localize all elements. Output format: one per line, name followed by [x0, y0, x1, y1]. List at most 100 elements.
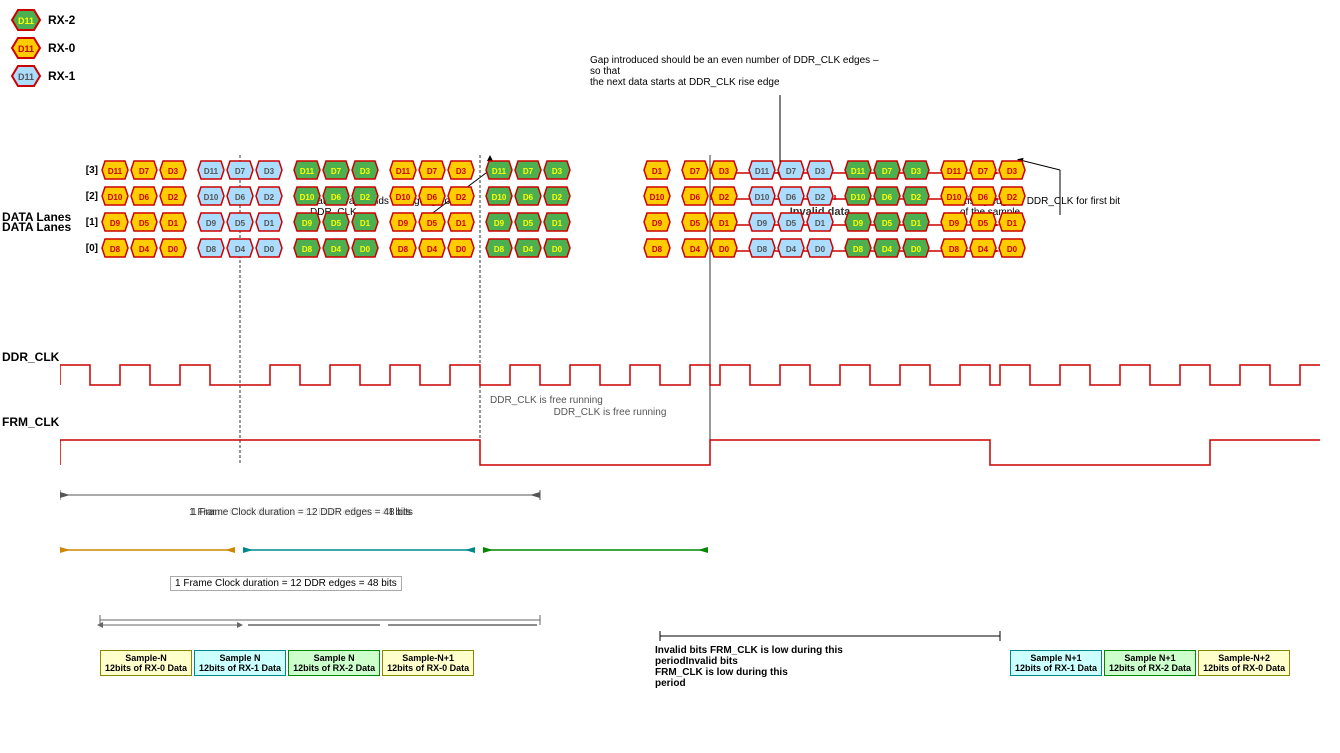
svg-text:1 Frame Clock duration = 12 DD: 1 Frame Clock duration = 12 DDR edges = …: [191, 507, 413, 518]
svg-text:D3: D3: [456, 167, 467, 176]
svg-text:D4: D4: [139, 245, 150, 254]
svg-text:D9: D9: [110, 219, 121, 228]
invalid-bits-label: Invalid bits FRM_CLK is low during this …: [655, 645, 855, 689]
svg-text:D10: D10: [204, 193, 219, 202]
svg-text:D4: D4: [978, 245, 989, 254]
svg-text:D2: D2: [264, 193, 275, 202]
svg-text:D11: D11: [851, 167, 866, 176]
sample-boxes-right: Sample N+1 12bits of RX-1 Data Sample N+…: [1010, 650, 1290, 676]
svg-text:D10: D10: [492, 193, 507, 202]
svg-text:D2: D2: [911, 193, 922, 202]
lane-label-3: [3]: [68, 165, 98, 176]
legend-rx2-label: RX-2: [48, 13, 75, 27]
svg-text:D7: D7: [523, 167, 534, 176]
legend-rx1-label: RX-1: [48, 69, 75, 83]
svg-text:D11: D11: [396, 167, 411, 176]
svg-text:D9: D9: [494, 219, 505, 228]
svg-text:D2: D2: [719, 193, 730, 202]
legend-rx1: D11 RX-1: [10, 64, 75, 88]
svg-text:D8: D8: [398, 245, 409, 254]
svg-text:D1: D1: [911, 219, 922, 228]
svg-text:D1: D1: [456, 219, 467, 228]
gap-annotation: Gap introduced should be an even number …: [590, 55, 880, 88]
frame-clock-label: 1 Frame Clock duration = 12 DDR edges = …: [170, 576, 402, 591]
svg-text:D4: D4: [427, 245, 438, 254]
svg-text:D1: D1: [815, 219, 826, 228]
svg-text:D11: D11: [18, 72, 34, 82]
svg-text:D6: D6: [978, 193, 989, 202]
svg-text:D1: D1: [1007, 219, 1018, 228]
svg-text:D8: D8: [302, 245, 313, 254]
svg-text:D7: D7: [427, 167, 438, 176]
svg-text:D5: D5: [331, 219, 342, 228]
svg-text:D11: D11: [108, 167, 123, 176]
svg-text:D4: D4: [882, 245, 893, 254]
svg-text:D8: D8: [206, 245, 217, 254]
svg-text:D5: D5: [235, 219, 246, 228]
svg-text:D4: D4: [331, 245, 342, 254]
svg-text:D2: D2: [815, 193, 826, 202]
svg-text:D6: D6: [427, 193, 438, 202]
lane-label-0: [0]: [68, 243, 98, 254]
svg-text:D0: D0: [1007, 245, 1018, 254]
svg-text:D0: D0: [911, 245, 922, 254]
sample-boxes-left: Sample-N 12bits of RX-0 Data Sample N 12…: [100, 650, 474, 676]
svg-text:D5: D5: [523, 219, 534, 228]
svg-text:D2: D2: [1007, 193, 1018, 202]
svg-text:D6: D6: [523, 193, 534, 202]
svg-text:D3: D3: [552, 167, 563, 176]
svg-text:D10: D10: [650, 193, 665, 202]
svg-text:D9: D9: [652, 219, 663, 228]
svg-text:D5: D5: [786, 219, 797, 228]
svg-text:D2: D2: [552, 193, 563, 202]
svg-text:DDR_CLK is free running: DDR_CLK is free running: [554, 407, 667, 418]
svg-text:D8: D8: [949, 245, 960, 254]
svg-text:D7: D7: [690, 167, 701, 176]
svg-text:D8: D8: [652, 245, 663, 254]
svg-text:D9: D9: [949, 219, 960, 228]
svg-text:D9: D9: [757, 219, 768, 228]
svg-text:D0: D0: [360, 245, 371, 254]
svg-text:D9: D9: [302, 219, 313, 228]
sample-n-rx1: Sample N 12bits of RX-1 Data: [194, 650, 286, 676]
svg-text:D8: D8: [757, 245, 768, 254]
svg-text:D3: D3: [815, 167, 826, 176]
svg-text:D4: D4: [786, 245, 797, 254]
page-container: D11 RX-2 D11 RX-0 D11 RX-1 Gap introduce…: [0, 0, 1340, 753]
svg-text:D10: D10: [851, 193, 866, 202]
svg-text:D2: D2: [456, 193, 467, 202]
svg-text:D9: D9: [398, 219, 409, 228]
svg-text:D7: D7: [978, 167, 989, 176]
sample-n1-rx0: Sample-N+1 12bits of RX-0 Data: [382, 650, 474, 676]
svg-text:D7: D7: [882, 167, 893, 176]
svg-text:D9: D9: [206, 219, 217, 228]
svg-text:D10: D10: [300, 193, 315, 202]
svg-text:D5: D5: [690, 219, 701, 228]
sample-n-rx0: Sample-N 12bits of RX-0 Data: [100, 650, 192, 676]
svg-text:D5: D5: [882, 219, 893, 228]
svg-text:D11: D11: [204, 167, 219, 176]
svg-text:D11: D11: [300, 167, 315, 176]
svg-text:D8: D8: [110, 245, 121, 254]
svg-text:D8: D8: [853, 245, 864, 254]
svg-text:D6: D6: [786, 193, 797, 202]
legend: D11 RX-2 D11 RX-0 D11 RX-1: [10, 8, 75, 88]
svg-text:D2: D2: [360, 193, 371, 202]
svg-text:D0: D0: [552, 245, 563, 254]
svg-text:D0: D0: [456, 245, 467, 254]
lane-label-2: [2]: [68, 191, 98, 202]
svg-text:D3: D3: [911, 167, 922, 176]
svg-text:D11: D11: [947, 167, 962, 176]
lane-row-3: [3] D11 D7 D3 D11 D7 D3 D11 D7 D3 D11 D7…: [68, 160, 1026, 180]
svg-text:D3: D3: [168, 167, 179, 176]
svg-text:D11: D11: [18, 44, 34, 54]
svg-text:D6: D6: [882, 193, 893, 202]
lane-label-1: [1]: [68, 217, 98, 228]
svg-text:D1: D1: [552, 219, 563, 228]
svg-text:D5: D5: [978, 219, 989, 228]
data-lanes-vertical-label: DATA Lanes: [2, 210, 71, 224]
svg-text:D3: D3: [719, 167, 730, 176]
svg-text:D6: D6: [331, 193, 342, 202]
svg-text:D1: D1: [264, 219, 275, 228]
svg-text:D7: D7: [786, 167, 797, 176]
